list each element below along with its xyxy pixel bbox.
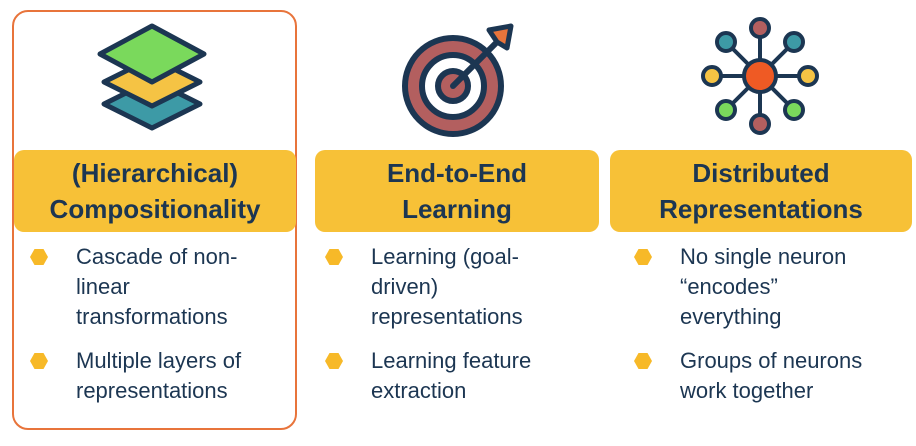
heading-banner: Distributed Representations: [610, 150, 912, 232]
column-heading: Distributed Representations: [659, 158, 863, 224]
bullet-text: Groups of neurons work together: [680, 348, 863, 403]
column-heading: (Hierarchical) Compositionality: [49, 158, 261, 224]
bullet-list: No single neuron “encodes” everything Gr…: [634, 242, 862, 420]
column-end-to-end: End-to-End Learning Learning (goal- driv…: [305, 0, 610, 446]
hexagon-bullet-icon: [634, 353, 652, 369]
column-distributed: Distributed Representations No single ne…: [610, 0, 916, 446]
bullet-text: Learning feature extraction: [371, 348, 532, 403]
bullet-text: Learning (goal- driven) representations: [371, 244, 523, 329]
bullet-text: Multiple layers of representations: [76, 348, 242, 403]
list-item: Learning feature extraction: [325, 346, 531, 406]
list-item: Cascade of non- linear transformations: [30, 242, 241, 332]
list-item: Learning (goal- driven) representations: [325, 242, 531, 332]
hexagon-bullet-icon: [30, 249, 48, 265]
network-icon: [695, 14, 825, 144]
bullet-text: Cascade of non- linear transformations: [76, 244, 238, 329]
hexagon-bullet-icon: [30, 353, 48, 369]
heading-banner: End-to-End Learning: [315, 150, 599, 232]
bullet-list: Learning (goal- driven) representations …: [325, 242, 531, 420]
list-item: No single neuron “encodes” everything: [634, 242, 862, 332]
list-item: Groups of neurons work together: [634, 346, 862, 406]
target-icon: [393, 16, 523, 146]
hexagon-bullet-icon: [325, 249, 343, 265]
hexagon-bullet-icon: [634, 249, 652, 265]
bullet-list: Cascade of non- linear transformations M…: [30, 242, 241, 420]
bullet-text: No single neuron “encodes” everything: [680, 244, 847, 329]
column-compositionality: (Hierarchical) Compositionality Cascade …: [0, 0, 305, 446]
column-heading: End-to-End Learning: [386, 158, 528, 224]
hexagon-bullet-icon: [325, 353, 343, 369]
layers-icon: [82, 18, 222, 143]
heading-banner: (Hierarchical) Compositionality: [14, 150, 296, 232]
list-item: Multiple layers of representations: [30, 346, 241, 406]
